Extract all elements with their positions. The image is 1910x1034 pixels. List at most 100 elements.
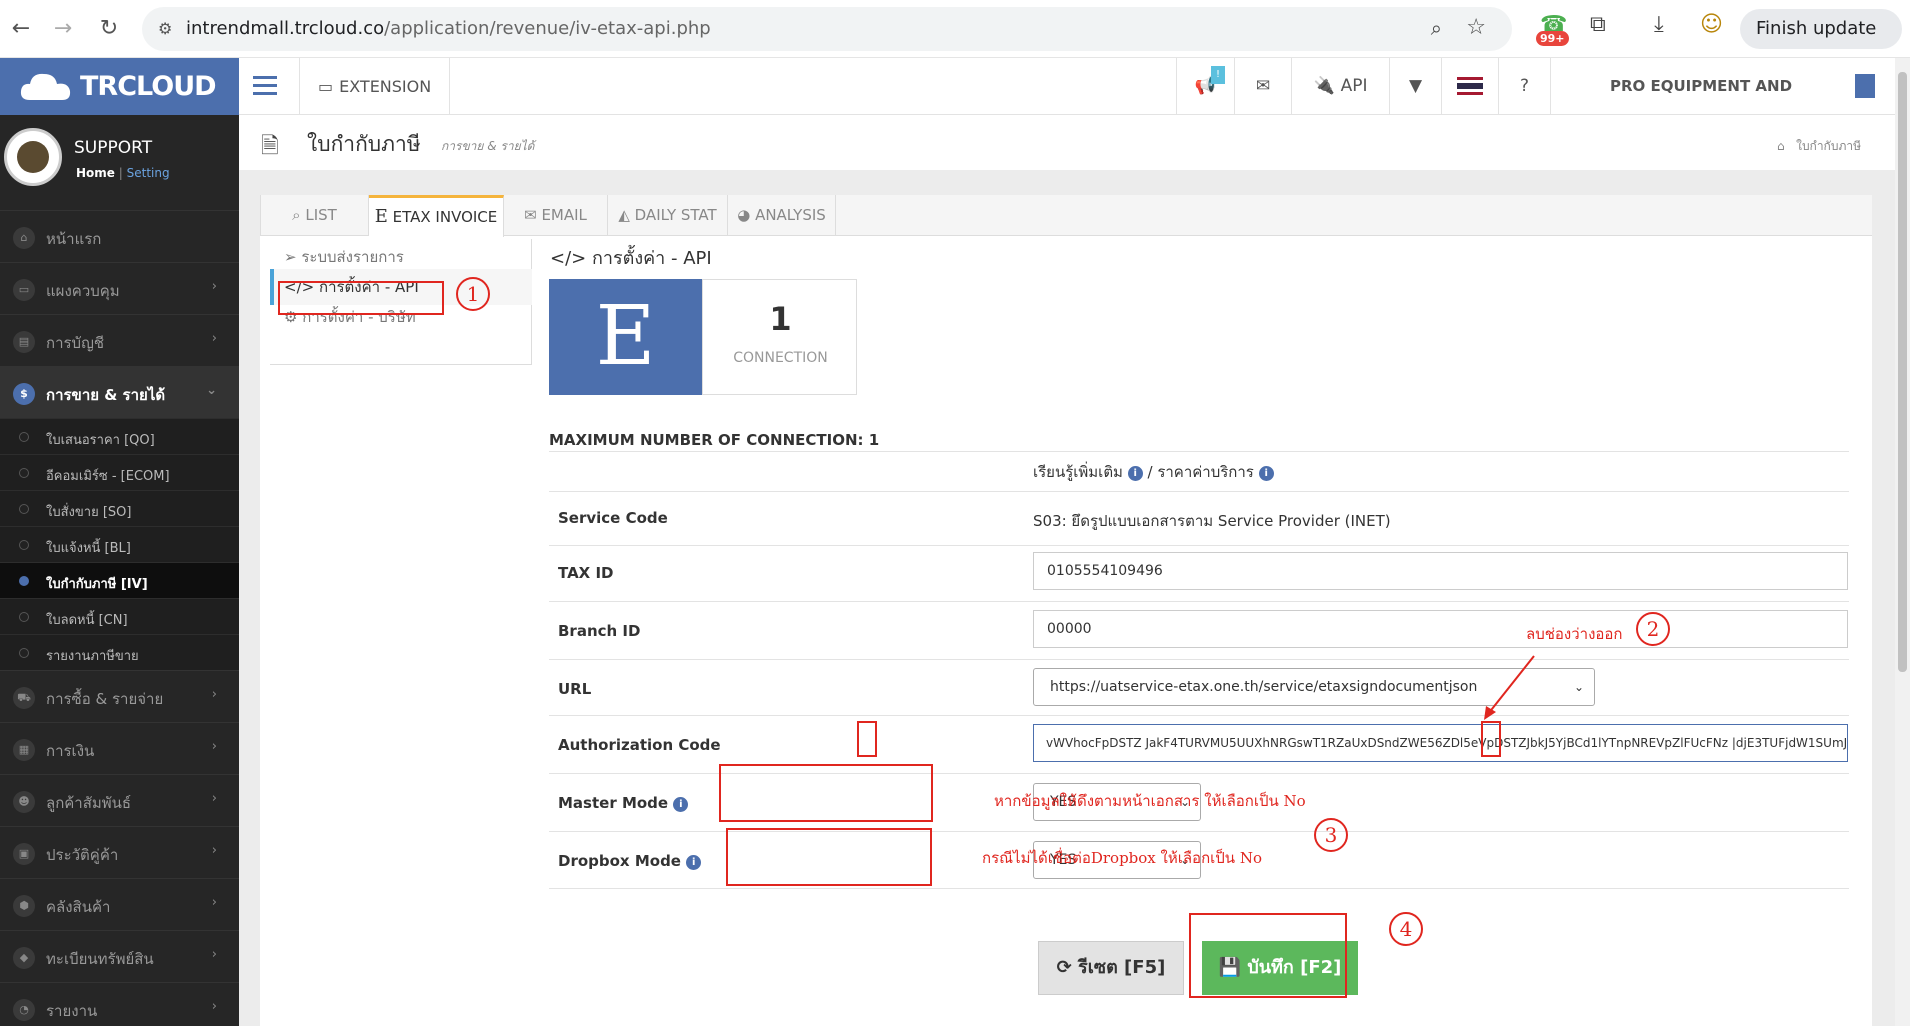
home-icon[interactable]: ⌂ <box>1777 139 1785 153</box>
tab-etax-invoice[interactable]: E ETAX INVOICE <box>369 195 504 237</box>
master-mode-label-text: Master Mode <box>558 794 669 812</box>
annotation-box-save-button <box>1189 913 1347 998</box>
reload-icon[interactable]: ↻ <box>94 14 124 44</box>
section-title: </> การตั้งค่า - API <box>550 243 712 272</box>
home-link[interactable]: Home <box>76 166 115 180</box>
max-connection-text: MAXIMUM NUMBER OF CONNECTION: 1 <box>549 431 880 449</box>
connection-counter: 1 CONNECTION <box>702 279 857 395</box>
sidebar-item-purchase[interactable]: ⛟ การซื้อ & รายจ่าย › <box>0 670 239 722</box>
tax-id-input[interactable]: 0105554109496 <box>1033 552 1848 590</box>
notification-badge: ! <box>1211 66 1225 84</box>
api-button[interactable]: 🔌 API <box>1291 58 1389 115</box>
back-icon[interactable]: ← <box>6 14 36 44</box>
page-header: 🗎 ใบกำกับภาษี การขาย & รายได้ ⌂ ใบกำกับภ… <box>239 115 1895 170</box>
page-title: ใบกำกับภาษี <box>307 132 421 156</box>
sidebar-item-dashboard[interactable]: ▭ แผงควบคุม › <box>0 262 239 314</box>
finish-update-button[interactable]: Finish update ⋮ <box>1740 9 1902 79</box>
download-icon[interactable]: ⤓ <box>1654 12 1664 37</box>
hamburger-menu-icon[interactable] <box>253 76 277 96</box>
sidebar-item-label: การเงิน <box>46 742 95 760</box>
service-code-row: Service Code S03: ยึดรูปแบบเอกสารตาม Ser… <box>549 491 1849 545</box>
sidebar-item-reports[interactable]: ◔ รายงาน › <box>0 982 239 1034</box>
app-header: ▭ EXTENSION 📢 ! ✉ 🔌 API ▼ ? PRO EQUIPMENT … <box>239 58 1895 152</box>
breadcrumb: ⌂ ใบกำกับภาษี <box>1777 137 1861 156</box>
tab-list[interactable]: ⌕ LIST <box>260 195 369 236</box>
announcement-button[interactable]: 📢 ! <box>1176 58 1234 115</box>
zoom-icon[interactable]: ⌕ <box>1431 16 1442 40</box>
logo-text: TRCLOUD <box>80 71 217 102</box>
tax-id-row: TAX ID 0105554109496 <box>549 545 1849 601</box>
url-select-value: https://uatservice-etax.one.th/service/e… <box>1050 679 1478 695</box>
reset-button[interactable]: ⟳ รีเซต [F5] <box>1038 941 1184 995</box>
info-icon[interactable]: i <box>686 855 702 870</box>
chevron-right-icon: › <box>211 791 217 806</box>
subnav-label: ระบบส่งรายการ <box>301 248 404 266</box>
reset-button-label: รีเซต [F5] <box>1078 957 1166 978</box>
tab-daily-stat[interactable]: ◭ DAILY STAT <box>608 195 728 236</box>
paper-plane-icon: ➢ <box>284 248 297 266</box>
sidebar-item-sales[interactable]: $ การขาย & รายได้ ⌄ <box>0 366 239 418</box>
sidebar-subitem-cn[interactable]: ใบลดหนี้ [CN] <box>0 598 239 634</box>
sidebar-item-partner-history[interactable]: ▣ ประวัติคู่ค้า › <box>0 826 239 878</box>
puzzle-extensions-icon[interactable]: ⧉ <box>1590 12 1606 37</box>
sidebar: TRCLOUD SUPPORT Home | Setting ⌂ หน้าแรก … <box>0 58 239 1026</box>
logo[interactable]: TRCLOUD <box>0 58 239 115</box>
diamond-icon: ◆ <box>13 947 35 969</box>
annotation-box-space-1 <box>857 721 877 757</box>
tab-label: EMAIL <box>541 206 587 224</box>
sidebar-item-accounting[interactable]: ▤ การบัญชี › <box>0 314 239 366</box>
company-name: PRO EQUIPMENT AND ENGINEERING <box>1609 77 1793 152</box>
url-domain: intrendmall.trcloud.co <box>186 18 385 39</box>
avatar[interactable] <box>4 128 62 186</box>
sidebar-item-finance[interactable]: ▦ การเงิน › <box>0 722 239 774</box>
annotation-box-dropbox-mode <box>726 828 932 886</box>
sidebar-subitem-qo[interactable]: ใบเสนอราคา [QO] <box>0 418 239 454</box>
extension-button[interactable]: ▭ EXTENSION <box>299 58 451 115</box>
language-button[interactable] <box>1441 58 1498 115</box>
dropdown-caret-icon[interactable]: ▼ <box>1389 58 1441 115</box>
bookmark-star-icon[interactable]: ☆ <box>1466 15 1486 40</box>
service-code-label: Service Code <box>558 509 668 527</box>
page-subtitle: การขาย & รายได้ <box>441 139 535 153</box>
learn-more-link[interactable]: เรียนรู้เพิ่มเติม <box>1033 463 1123 481</box>
sidebar-subitem-ecom[interactable]: อีคอมเมิร์ซ - [ECOM] <box>0 454 239 490</box>
annotation-note-master-mode: หากข้อมูลให้ดึงตามหน้าเอกสาร ให้เลือกเป็… <box>994 792 1306 810</box>
chevron-right-icon: › <box>211 331 217 346</box>
profile-icon[interactable]: ☺ <box>1700 12 1723 37</box>
sidebar-item-crm[interactable]: ☻ ลูกค้าสัมพันธ์ › <box>0 774 239 826</box>
finish-update-label: Finish update <box>1756 18 1877 39</box>
help-icon[interactable]: ? <box>1498 58 1550 115</box>
report-icon: ◔ <box>13 999 35 1021</box>
info-icon[interactable]: i <box>673 797 689 812</box>
etax-logo-tile: E <box>549 279 702 395</box>
pricing-link[interactable]: ราคาค่าบริการ <box>1157 463 1254 481</box>
setting-link[interactable]: Setting <box>127 166 170 180</box>
sidebar-subitem-so[interactable]: ใบสั่งขาย [SO] <box>0 490 239 526</box>
branch-id-input[interactable]: 00000 <box>1033 610 1848 648</box>
sidebar-subitem-tax-report[interactable]: รายงานภาษีขาย <box>0 634 239 670</box>
tab-label: DAILY STAT <box>634 206 717 224</box>
sidebar-item-assets[interactable]: ◆ ทะเบียนทรัพย์สิน › <box>0 930 239 982</box>
annotation-number-4: 4 <box>1389 912 1423 946</box>
chevron-right-icon: › <box>211 999 217 1014</box>
mail-icon[interactable]: ✉ <box>1234 58 1291 115</box>
user-profile: SUPPORT Home | Setting <box>0 115 239 207</box>
sidebar-item-home[interactable]: ⌂ หน้าแรก <box>0 210 239 262</box>
tab-bar: ⌕ LIST E ETAX INVOICE ✉ EMAIL ◭ DAILY ST… <box>260 195 1872 237</box>
authorization-input[interactable]: vWVhocFpDSTZ JakF4TURVMU5UUXhNRGswT1RZaU… <box>1033 724 1848 762</box>
sidebar-subitem-iv[interactable]: ใบกำกับภาษี [IV] <box>0 562 239 598</box>
annotation-number-3: 3 <box>1314 818 1348 852</box>
forward-icon[interactable]: → <box>48 14 78 44</box>
plug-icon: 🔌 <box>1313 76 1335 96</box>
sidebar-item-inventory[interactable]: ⬢ คลังสินค้า › <box>0 878 239 930</box>
tab-analysis[interactable]: ◕ ANALYSIS <box>728 195 836 236</box>
sidebar-item-label: ประวัติคู่ค้า <box>46 846 119 864</box>
company-selector[interactable]: PRO EQUIPMENT AND ENGINEERING <box>1550 58 1895 152</box>
sidebar-subitem-bl[interactable]: ใบแจ้งหนี้ [BL] <box>0 526 239 562</box>
info-icon[interactable]: i <box>1258 466 1274 481</box>
address-bar[interactable]: ⚙ intrendmall.trcloud.co/application/rev… <box>142 7 1512 51</box>
page-scrollbar[interactable] <box>1895 58 1910 1026</box>
tab-email[interactable]: ✉ EMAIL <box>504 195 608 236</box>
info-icon[interactable]: i <box>1127 466 1143 481</box>
site-info-icon[interactable]: ⚙ <box>158 19 172 38</box>
